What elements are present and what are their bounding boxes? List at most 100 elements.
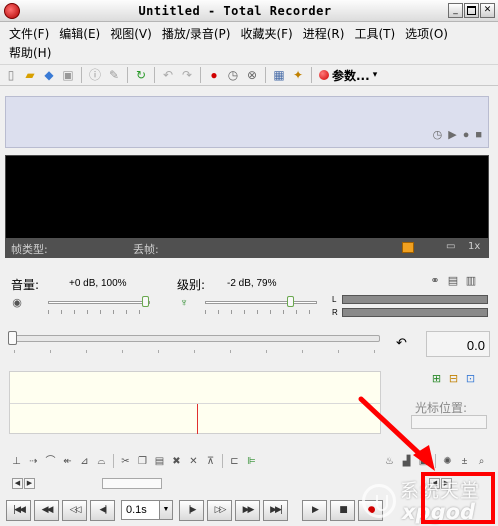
- channel-right-label: R: [332, 308, 338, 317]
- screen-icon[interactable]: ▭: [446, 241, 455, 252]
- menu-favorites[interactable]: 收藏夹(F): [235, 25, 297, 42]
- close-button[interactable]: ✕: [480, 3, 495, 18]
- silence-icon[interactable]: ⌒: [44, 455, 57, 468]
- left-level-meter: [342, 295, 488, 304]
- cut-icon[interactable]: ✂: [119, 455, 132, 468]
- mix-paste-icon[interactable]: ⊼: [204, 455, 217, 468]
- tools-icon[interactable]: ✦: [290, 67, 306, 83]
- stop-button[interactable]: ■: [330, 499, 355, 521]
- toolbar-separator: [113, 454, 114, 468]
- record-icon[interactable]: ●: [463, 129, 470, 141]
- playlist-panel[interactable]: ◷ ▶ ● ■: [5, 96, 489, 148]
- link-icon[interactable]: ⚭: [429, 275, 441, 287]
- minimize-button[interactable]: _: [448, 3, 463, 18]
- marker-icon[interactable]: ⊫: [245, 455, 258, 468]
- amplify-icon[interactable]: ⌓: [95, 455, 108, 468]
- search-icon[interactable]: ⌕: [475, 455, 488, 468]
- window-title: Untitled - Total Recorder: [138, 4, 332, 18]
- refresh-icon[interactable]: ↻: [133, 67, 149, 83]
- paste-icon[interactable]: ▤: [153, 455, 166, 468]
- frame-forward-button[interactable]: |▶: [179, 499, 204, 521]
- play-button[interactable]: ▶: [302, 499, 327, 521]
- rewind-button[interactable]: ◀◀: [34, 499, 59, 521]
- menu-process[interactable]: 进程(R): [298, 25, 350, 42]
- record-dot-icon: [319, 70, 329, 80]
- fast-forward-button[interactable]: ▶▶: [235, 499, 260, 521]
- level-slider-thumb[interactable]: [287, 296, 295, 307]
- step-size-value: 0.1s: [126, 504, 147, 516]
- select-all-icon[interactable]: ⊏: [228, 455, 241, 468]
- return-icon[interactable]: ↶: [396, 335, 407, 351]
- volume-slider-track[interactable]: [48, 301, 150, 304]
- mixer-icon[interactable]: ▤: [447, 275, 459, 287]
- playlist-controls: ◷ ▶ ● ■: [433, 128, 482, 142]
- add-marker-icon[interactable]: ±: [458, 455, 471, 468]
- undo-icon[interactable]: ↶: [160, 67, 176, 83]
- menu-view[interactable]: 视图(V): [105, 25, 157, 42]
- edit-icon[interactable]: ✎: [106, 67, 122, 83]
- equalizer-icon[interactable]: ▥: [465, 275, 477, 287]
- toolbar-separator: [200, 67, 201, 83]
- step-back-button[interactable]: ◁◁: [62, 499, 87, 521]
- video-info-bar: 帧类型: 丢帧: ▭ 1x: [5, 238, 489, 258]
- stop-record-icon[interactable]: ⊗: [244, 67, 260, 83]
- toolbar-separator: [154, 67, 155, 83]
- record-button[interactable]: ●: [358, 499, 383, 521]
- volume-label: 音量:: [11, 278, 40, 292]
- volume-slider-thumb[interactable]: [142, 296, 149, 307]
- volume-ticks: [48, 310, 148, 314]
- scroll-left-button[interactable]: ◀: [12, 478, 23, 489]
- frame-back-button[interactable]: ◀|: [90, 499, 115, 521]
- step-size-select[interactable]: 0.1s ▼: [121, 500, 173, 520]
- go-to-end-button[interactable]: ▶▶|: [263, 499, 288, 521]
- go-to-start-button[interactable]: |◀◀: [6, 499, 31, 521]
- menu-bar: 文件(F) 编辑(E) 视图(V) 播放/录音(P) 收藏夹(F) 进程(R) …: [0, 22, 498, 64]
- zoom-label[interactable]: 1x: [468, 241, 480, 252]
- record-icon[interactable]: ●: [206, 67, 222, 83]
- normalize-icon[interactable]: ⊿: [78, 455, 91, 468]
- info-icon[interactable]: ⓘ: [87, 67, 103, 83]
- zoom-fit-icon[interactable]: ⊡: [464, 373, 477, 386]
- menu-help[interactable]: 帮助(H): [4, 44, 56, 61]
- scheduler-icon[interactable]: ◷: [225, 67, 241, 83]
- waveform-view[interactable]: [9, 371, 381, 434]
- play-icon[interactable]: ▶: [448, 128, 456, 141]
- microphone-icon[interactable]: ♆: [178, 297, 190, 309]
- zoom-out-icon[interactable]: ⊟: [447, 373, 460, 386]
- reverse-icon[interactable]: ↞: [61, 455, 74, 468]
- redo-icon[interactable]: ↷: [179, 67, 195, 83]
- level-slider-track[interactable]: [205, 301, 317, 304]
- film-icon[interactable]: [402, 242, 414, 253]
- delete-icon[interactable]: ✖: [170, 455, 183, 468]
- menu-options[interactable]: 选项(O): [400, 25, 453, 42]
- stop-icon[interactable]: ■: [475, 129, 482, 141]
- new-icon[interactable]: ▯: [3, 67, 19, 83]
- save-icon[interactable]: ▣: [60, 67, 76, 83]
- menu-play-record[interactable]: 播放/录音(P): [157, 25, 236, 42]
- menu-edit[interactable]: 编辑(E): [54, 25, 105, 42]
- speaker-icon[interactable]: ◉: [11, 297, 23, 309]
- maximize-button[interactable]: [464, 3, 479, 18]
- timer-icon[interactable]: ◷: [433, 128, 443, 141]
- position-slider-track[interactable]: [10, 335, 380, 342]
- position-value: 0.0: [426, 331, 490, 357]
- fade-in-icon[interactable]: ⊥: [10, 455, 23, 468]
- position-slider-thumb[interactable]: [8, 331, 17, 345]
- waveform-tools: ⊞ ⊟ ⊡: [430, 373, 477, 386]
- main-toolbar: ▯ ▰ ◆ ▣ ⓘ ✎ ↻ ↶ ↷ ● ◷ ⊗ ▦ ✦ 参数... ▾: [0, 64, 498, 86]
- scroll-right-button[interactable]: ▶: [24, 478, 35, 489]
- toolbar-separator: [311, 67, 312, 83]
- position-ticks: [14, 350, 380, 353]
- params-button[interactable]: 参数... ▾: [317, 67, 379, 84]
- open-icon[interactable]: ▰: [22, 67, 38, 83]
- zoom-in-icon[interactable]: ⊞: [430, 373, 443, 386]
- trim-icon[interactable]: ✕: [187, 455, 200, 468]
- settings-icon[interactable]: ▦: [271, 67, 287, 83]
- insert-icon[interactable]: ⇢: [27, 455, 40, 468]
- open-folder-icon[interactable]: ◆: [41, 67, 57, 83]
- copy-icon[interactable]: ❐: [136, 455, 149, 468]
- menu-file[interactable]: 文件(F): [4, 25, 54, 42]
- horizontal-scrollbar[interactable]: [102, 478, 162, 489]
- step-forward-button[interactable]: ▷▷: [207, 499, 232, 521]
- menu-tools[interactable]: 工具(T): [349, 25, 400, 42]
